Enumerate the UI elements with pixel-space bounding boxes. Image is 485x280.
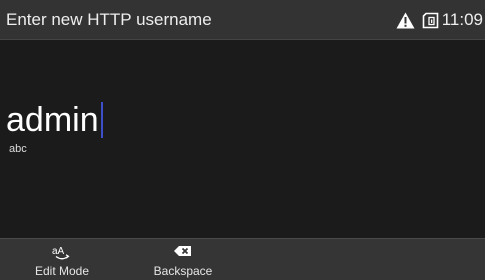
input-area: admin abc [0,40,485,238]
backspace-icon [174,246,191,256]
status-area: 11:09 [396,10,483,30]
softkey-bar: aA Edit Mode Backspace [0,238,485,280]
edit-mode-icon: aA [52,246,70,260]
warning-icon [396,12,415,28]
sim-card-icon [422,12,439,29]
username-value: admin [6,101,99,139]
backspace-button[interactable]: Backspace [138,241,228,279]
page-title: Enter new HTTP username [6,10,212,29]
screen: Enter new HTTP username 11:09 admin abc … [0,0,485,280]
title-bar: Enter new HTTP username 11:09 [0,0,485,40]
username-input[interactable]: admin [6,100,103,140]
input-mode-indicator: abc [9,143,27,155]
edit-mode-label: Edit Mode [34,264,90,278]
edit-mode-button[interactable]: aA Edit Mode [17,241,107,279]
edit-mode-icon-text: aA [52,246,65,257]
text-caret [100,102,103,138]
clock: 11:09 [441,10,483,29]
backspace-label: Backspace [153,264,213,278]
